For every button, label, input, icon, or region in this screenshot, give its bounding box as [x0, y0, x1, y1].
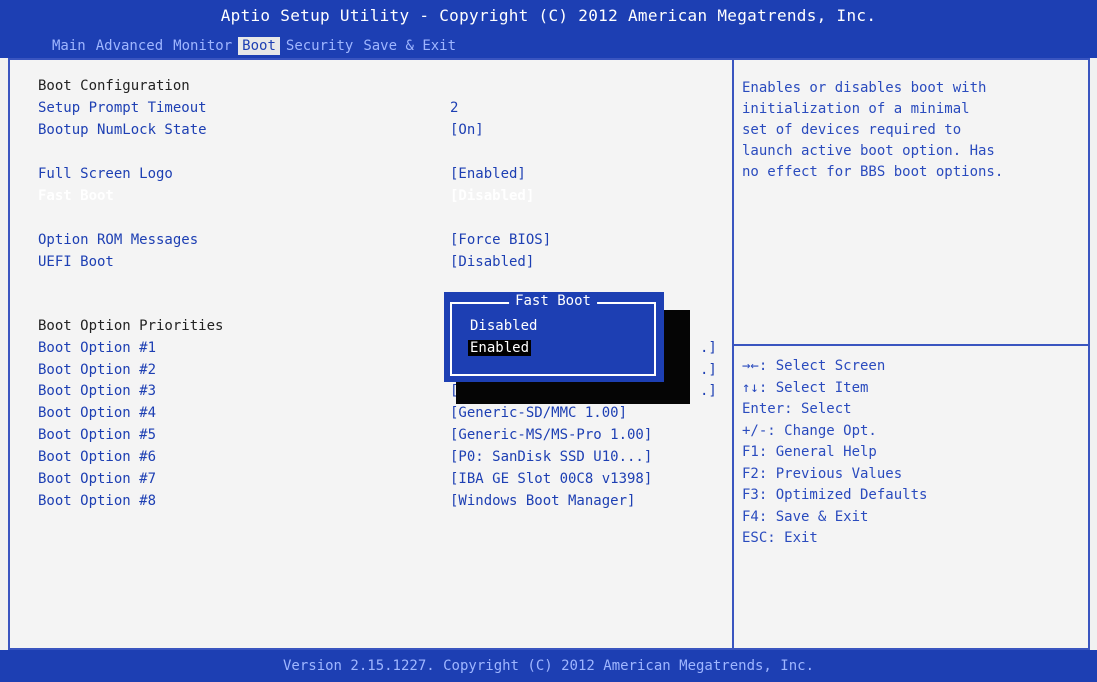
tab-monitor[interactable]: Monitor: [169, 37, 236, 55]
option-rom-messages-label[interactable]: Option ROM Messages: [38, 232, 198, 248]
boot-option-6-value[interactable]: [P0: SanDisk SSD U10...]: [450, 449, 652, 465]
boot-option-2-label[interactable]: Boot Option #2: [38, 362, 156, 378]
footer-bar: Version 2.15.1227. Copyright (C) 2012 Am…: [0, 650, 1097, 682]
popup-option-disabled[interactable]: Disabled: [468, 318, 539, 334]
app-title: Aptio Setup Utility - Copyright (C) 2012…: [220, 6, 877, 25]
key-change-opt: +/-: Change Opt.: [742, 422, 877, 439]
popup-title: Fast Boot: [509, 293, 597, 309]
header-bar: Aptio Setup Utility - Copyright (C) 2012…: [0, 0, 1097, 58]
boot-option-priorities-heading: Boot Option Priorities: [38, 318, 224, 334]
boot-option-6-label[interactable]: Boot Option #6: [38, 449, 156, 465]
tab-advanced[interactable]: Advanced: [92, 37, 167, 55]
boot-option-1-label[interactable]: Boot Option #1: [38, 340, 156, 356]
fast-boot-label[interactable]: Fast Boot: [38, 188, 114, 204]
full-screen-logo-value[interactable]: [Enabled]: [450, 166, 526, 182]
boot-option-7-label[interactable]: Boot Option #7: [38, 471, 156, 487]
option-rom-messages-value[interactable]: [Force BIOS]: [450, 232, 551, 248]
fast-boot-value[interactable]: [Disabled]: [450, 188, 534, 204]
popup-frame: Fast Boot Disabled Enabled: [450, 293, 656, 376]
boot-option-7-value[interactable]: [IBA GE Slot 00C8 v1398]: [450, 471, 652, 487]
popup-option-enabled[interactable]: Enabled: [468, 340, 532, 356]
key-previous-values: F2: Previous Values: [742, 465, 903, 482]
boot-option-4-label[interactable]: Boot Option #4: [38, 405, 156, 421]
boot-option-8-label[interactable]: Boot Option #8: [38, 493, 156, 509]
fast-boot-popup: Fast Boot Disabled Enabled: [444, 292, 664, 382]
key-general-help: F1: General Help: [742, 444, 877, 460]
help-divider: [734, 344, 1088, 346]
key-exit: ESC: Exit: [742, 530, 818, 546]
boot-option-1-value[interactable]: .]: [700, 340, 717, 356]
key-legend: →←: Select Screen ↑↓: Select Item Enter:…: [742, 356, 927, 550]
boot-option-8-value[interactable]: [Windows Boot Manager]: [450, 493, 635, 509]
tab-bar: Main Advanced Monitor Boot Security Save…: [48, 37, 462, 55]
boot-option-5-label[interactable]: Boot Option #5: [38, 427, 156, 443]
boot-option-2-value[interactable]: .]: [700, 362, 717, 378]
boot-option-5-value[interactable]: [Generic-MS/MS-Pro 1.00]: [450, 427, 652, 443]
boot-option-3-label[interactable]: Boot Option #3: [38, 383, 156, 399]
setup-prompt-timeout-value[interactable]: 2: [450, 100, 458, 116]
key-optimized-defaults: F3: Optimized Defaults: [742, 487, 928, 503]
bootup-numlock-value[interactable]: [On]: [450, 122, 484, 138]
bootup-numlock-label[interactable]: Bootup NumLock State: [38, 122, 207, 138]
key-select-item: ↑↓: Select Item: [742, 379, 869, 396]
tab-boot[interactable]: Boot: [238, 37, 280, 55]
key-save-exit: F4: Save & Exit: [742, 508, 869, 525]
help-panel: Enables or disables boot with initializa…: [734, 58, 1090, 650]
help-description: Enables or disables boot with initializa…: [742, 80, 1004, 180]
tab-save-exit[interactable]: Save & Exit: [359, 37, 460, 55]
key-select-screen: →←: Select Screen: [742, 358, 886, 374]
boot-option-3-value-end: .]: [700, 383, 717, 399]
uefi-boot-value[interactable]: [Disabled]: [450, 254, 534, 270]
key-enter-select: Enter: Select: [742, 401, 852, 417]
full-screen-logo-label[interactable]: Full Screen Logo: [38, 166, 173, 182]
bios-screen: Aptio Setup Utility - Copyright (C) 2012…: [0, 0, 1097, 682]
boot-configuration-heading: Boot Configuration: [38, 78, 190, 94]
tab-security[interactable]: Security: [282, 37, 357, 55]
uefi-boot-label[interactable]: UEFI Boot: [38, 254, 114, 270]
setup-prompt-timeout-label[interactable]: Setup Prompt Timeout: [38, 100, 207, 116]
boot-option-4-value[interactable]: [Generic-SD/MMC 1.00]: [450, 405, 627, 421]
tab-main[interactable]: Main: [48, 37, 90, 55]
